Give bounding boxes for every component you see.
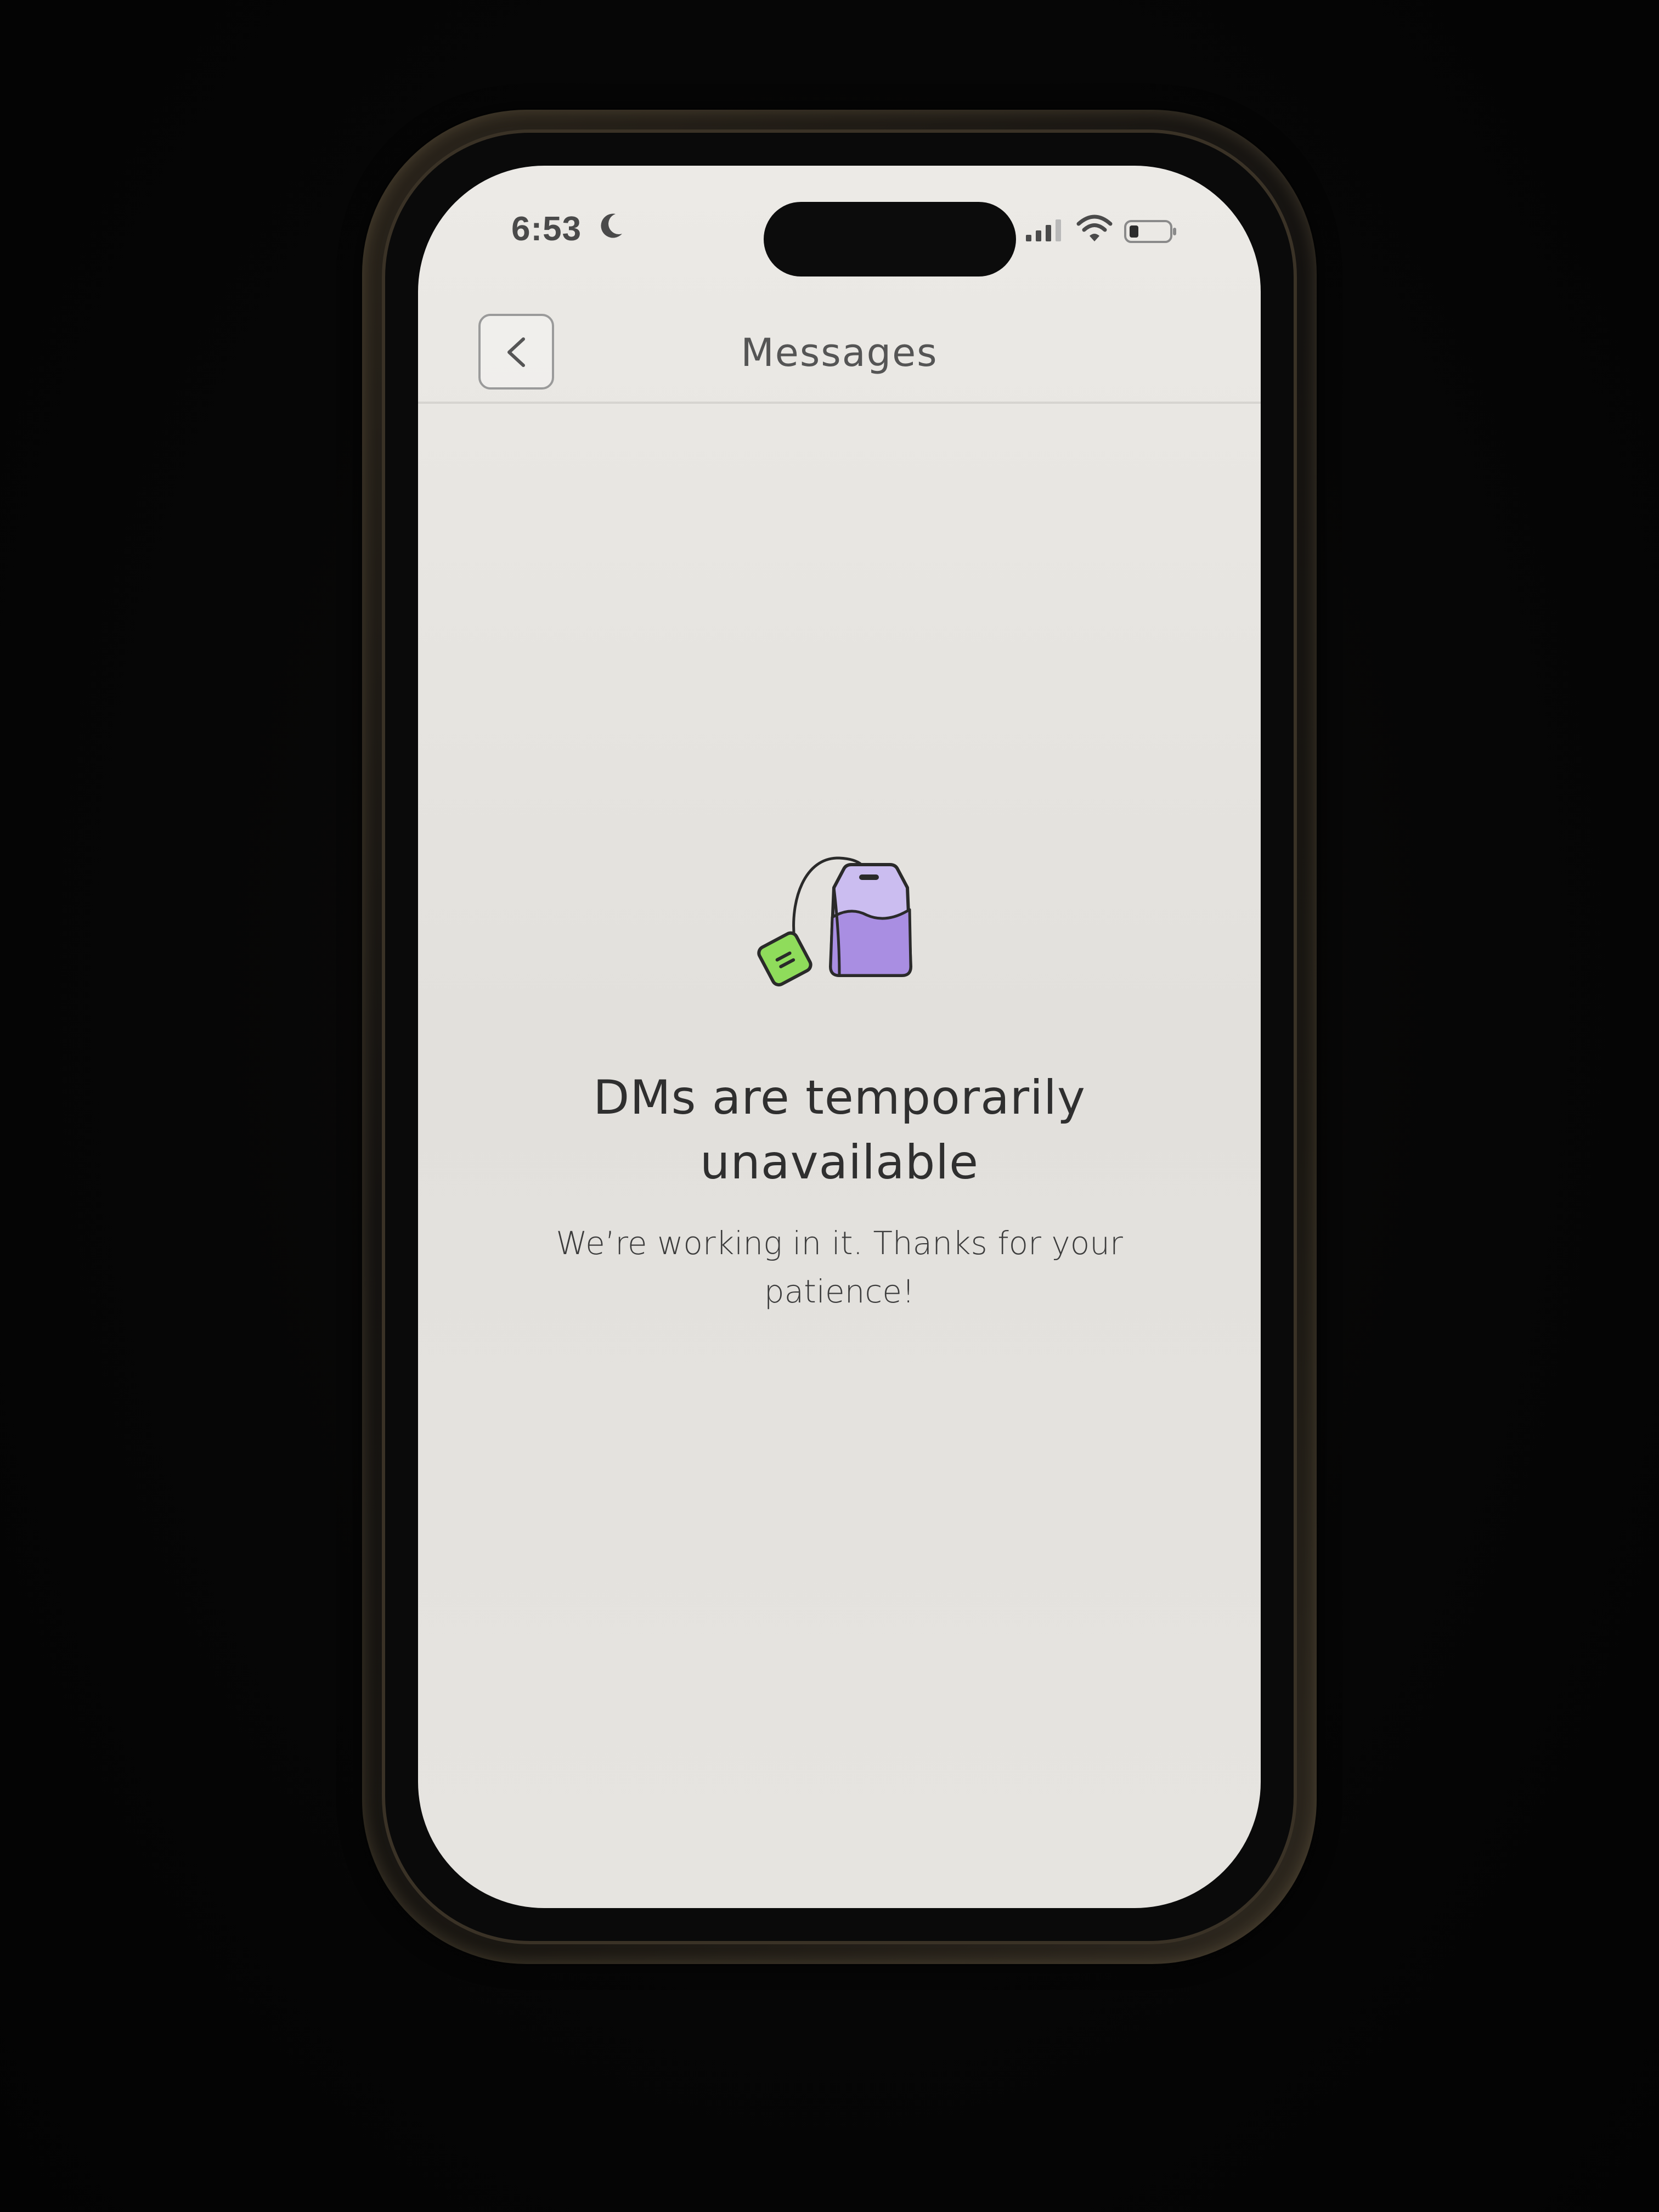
- dynamic-island: [764, 202, 1016, 276]
- page-title: Messages: [741, 330, 938, 375]
- status-time: 6:53: [511, 210, 582, 248]
- status-bar: 6:53: [418, 166, 1261, 276]
- tea-bag-icon: [757, 856, 912, 987]
- cellular-signal-icon: [1026, 219, 1061, 241]
- empty-state-subtitle: We’re working in it. Thanks for your pat…: [556, 1224, 1123, 1310]
- phone-screen: 6:53 Messages DMs are temporarily unavai…: [418, 166, 1261, 1908]
- battery-icon: [1124, 220, 1176, 243]
- empty-state: DMs are temporarily unavailable We’re wo…: [418, 835, 1261, 1316]
- empty-state-title: DMs are temporarily unavailable: [593, 1070, 1086, 1190]
- moon-icon: [601, 213, 622, 238]
- wifi-icon: [1076, 215, 1113, 241]
- navigation-header: Messages: [418, 297, 1261, 404]
- phone-bezel: 6:53 Messages DMs are temporarily unavai…: [382, 129, 1297, 1944]
- phone-case: 6:53 Messages DMs are temporarily unavai…: [362, 110, 1317, 1964]
- photo-background: 6:53 Messages DMs are temporarily unavai…: [0, 0, 1659, 2212]
